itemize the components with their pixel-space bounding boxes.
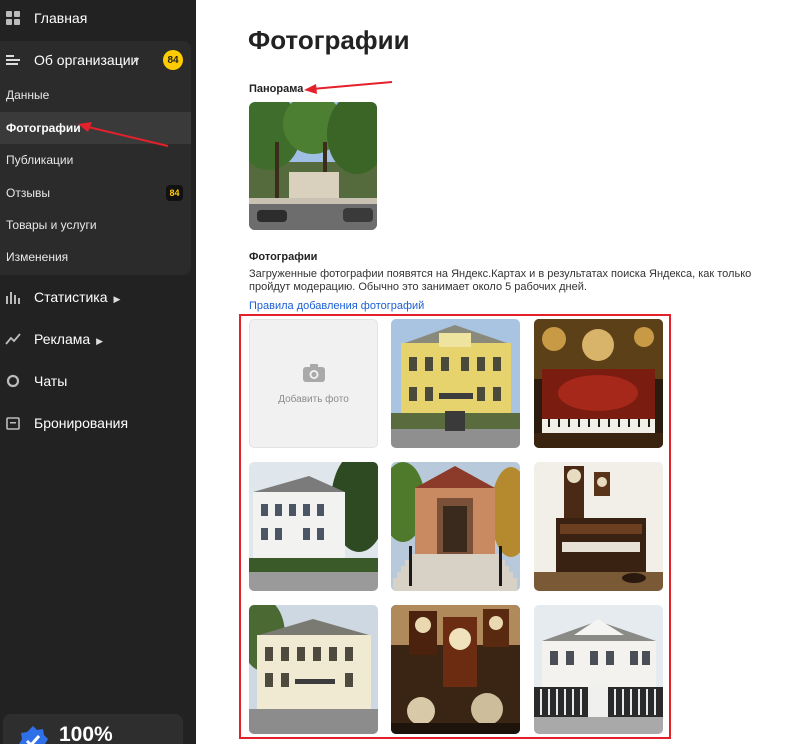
photos-description: Загруженные фотографии появятся на Яндек… [249,268,752,293]
photo-tile[interactable] [391,605,520,734]
photo-tile[interactable] [534,462,663,591]
sidebar-item-goods[interactable]: Товары и услуги [0,209,191,241]
sidebar: Главная Об организации ▼ 84 Данные Фотог… [0,0,196,744]
caret-right-icon: ▶ [113,294,121,304]
sidebar-item-photos[interactable]: Фотографии [0,112,191,144]
nav-statistics[interactable]: Статистика ▶ [0,279,196,315]
sidebar-item-label: Фотографии [6,121,81,135]
trend-icon [5,331,21,347]
profile-completeness[interactable]: 100% [3,714,183,744]
chat-icon [5,373,21,389]
menu-lines-icon [5,52,21,68]
reviews-badge: 84 [166,185,183,201]
nav-chats-label: Чаты [34,373,68,389]
nav-ads[interactable]: Реклама ▶ [0,321,196,357]
sidebar-item-label: Отзывы [6,186,50,200]
photo-tile[interactable] [249,462,378,591]
bar-chart-icon [5,289,21,305]
annotation-arrow-icon [304,81,393,94]
add-photo-button[interactable]: Добавить фото [249,319,378,448]
sidebar-item-publications[interactable]: Публикации [0,144,191,176]
panorama-photo[interactable] [249,102,377,230]
nav-chats[interactable]: Чаты [0,363,196,399]
sidebar-item-data[interactable]: Данные [0,79,191,111]
caret-down-icon: ▼ [132,55,141,65]
nav-home-label: Главная [34,10,88,26]
grid-icon [5,10,21,26]
photos-heading: Фотографии [249,251,318,263]
nav-statistics-label: Статистика [34,289,108,305]
completeness-value: 100% [59,723,113,744]
caret-right-icon: ▶ [96,336,104,346]
nav-booking[interactable]: Бронирования [0,405,196,441]
photo-tile[interactable] [534,319,663,448]
nav-booking-label: Бронирования [34,415,129,431]
sidebar-item-label: Публикации [6,153,74,167]
nav-about-org-label: Об организации [34,52,139,68]
photo-tile[interactable] [534,605,663,734]
org-section: Об организации ▼ 84 Данные Фотографии Пу… [0,41,191,275]
photo-tile[interactable] [391,319,520,448]
calendar-icon [5,415,21,431]
sidebar-item-label: Товары и услуги [6,218,97,232]
photo-tile[interactable] [249,605,378,734]
page-title: Фотографии [248,25,410,55]
sidebar-item-reviews[interactable]: Отзывы 84 [0,177,191,209]
sidebar-item-label: Данные [6,88,50,102]
verified-badge-icon [17,725,49,744]
photo-tile[interactable] [391,462,520,591]
sidebar-item-changes[interactable]: Изменения [0,241,191,273]
org-badge: 84 [163,50,183,70]
sidebar-item-label: Изменения [6,250,69,264]
nav-about-org[interactable]: Об организации ▼ 84 [0,41,191,79]
add-photo-label: Добавить фото [278,393,349,405]
photo-rules-link[interactable]: Правила добавления фотографий [249,300,424,312]
nav-home[interactable]: Главная [0,0,196,36]
panorama-heading: Панорама [249,83,304,95]
nav-ads-label: Реклама [34,331,91,347]
camera-icon [302,363,326,388]
